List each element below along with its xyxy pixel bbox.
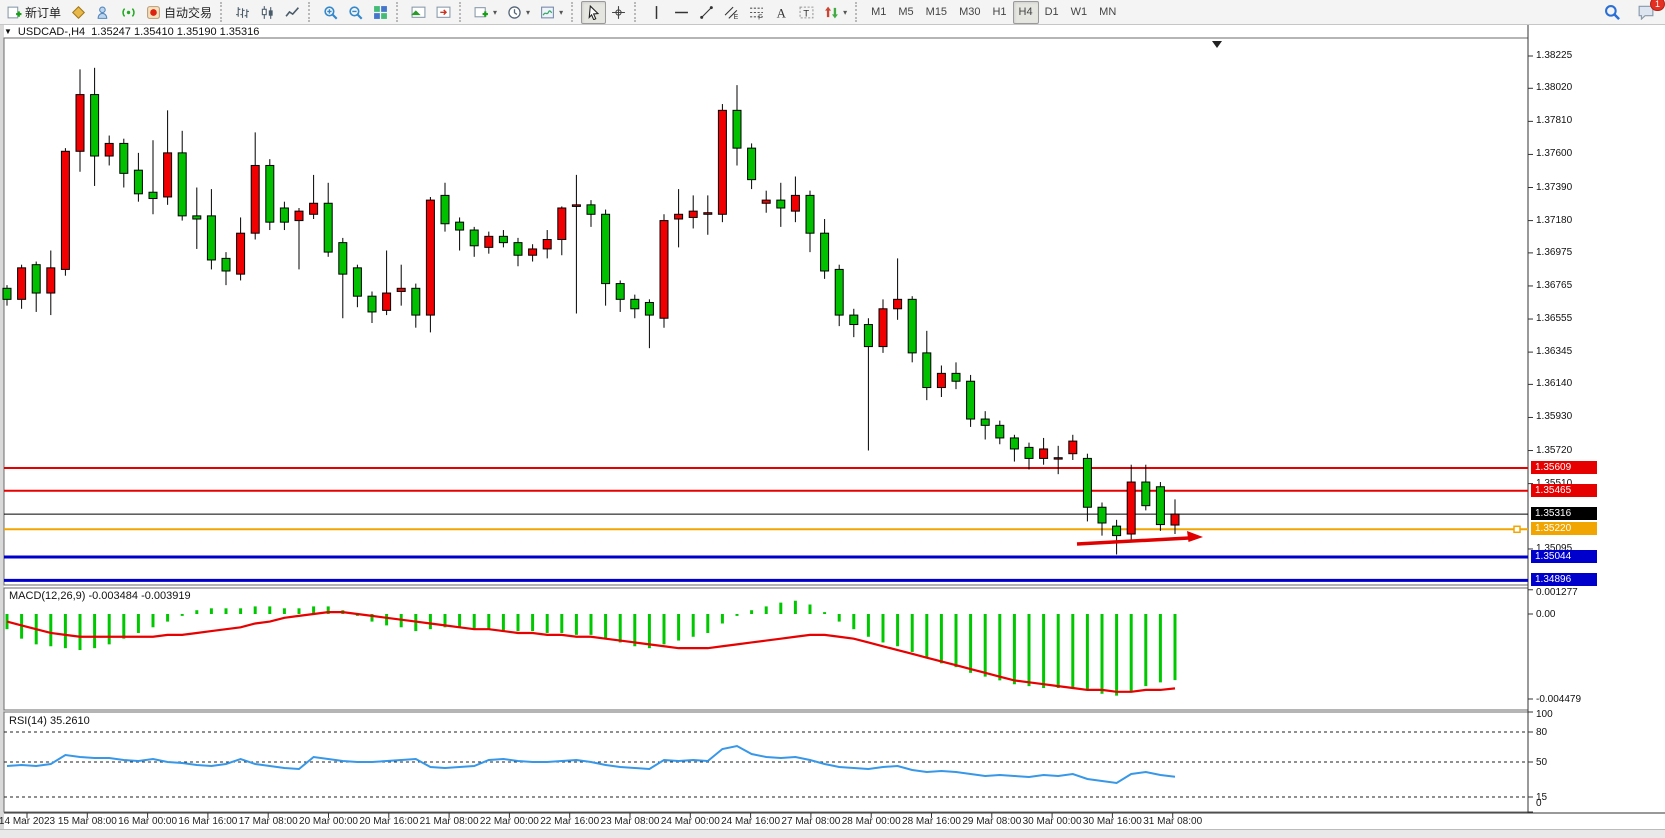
- rsi-line: [7, 746, 1175, 783]
- price-axis-tick: 1.37180: [1536, 215, 1572, 226]
- chart-shift-marker[interactable]: [1212, 41, 1222, 48]
- status-strip: [0, 829, 1665, 838]
- arrow-head-icon: [1187, 531, 1203, 542]
- time-axis-label: 27 Mar 08:00: [781, 816, 840, 827]
- hline-handle[interactable]: [1514, 526, 1520, 532]
- rsi-axis-tick: 50: [1536, 757, 1547, 768]
- orange-line-label: 1.35220: [1531, 522, 1597, 535]
- trend-arrow-annotation[interactable]: [1077, 531, 1203, 544]
- rsi-axis-tick: 0: [1536, 798, 1542, 809]
- macd-axis-tick: 0.001277: [1536, 587, 1578, 598]
- time-axis-label: 24 Mar 16:00: [721, 816, 780, 827]
- bid-price-label: 1.35316: [1531, 507, 1597, 520]
- price-axis-tick: 1.36765: [1536, 280, 1572, 291]
- time-axis-label: 22 Mar 00:00: [480, 816, 539, 827]
- rsi-axis-tick: 80: [1536, 727, 1547, 738]
- price-axis-tick: 1.36345: [1536, 346, 1572, 357]
- price-axis-tick: 1.35930: [1536, 411, 1572, 422]
- time-axis-label: 30 Mar 16:00: [1083, 816, 1142, 827]
- price-axis-tick: 1.38225: [1536, 50, 1572, 61]
- price-axis-tick: 1.36140: [1536, 378, 1572, 389]
- rsi-indicator-label: RSI(14) 35.2610: [9, 715, 90, 727]
- support-line-label: 1.34896: [1531, 573, 1597, 586]
- resistance-line-label: 1.35465: [1531, 484, 1597, 497]
- time-axis-label: 16 Mar 16:00: [178, 816, 237, 827]
- rsi-axis-tick: 100: [1536, 709, 1553, 720]
- resistance-line-label: 1.35609: [1531, 461, 1597, 474]
- macd-indicator: [7, 601, 1175, 696]
- price-axis-tick: 1.36975: [1536, 247, 1572, 258]
- rsi-indicator: [4, 732, 1528, 797]
- time-axis-label: 20 Mar 16:00: [359, 816, 418, 827]
- macd-indicator-label: MACD(12,26,9) -0.003484 -0.003919: [9, 590, 191, 602]
- mt4-window: 新订单自动交易▾▾▾EFAT▾M1M5M15M30H1H4D1W1MN1 ▼ U…: [0, 0, 1665, 838]
- price-axis-tick: 1.37600: [1536, 148, 1572, 159]
- time-axis-label: 30 Mar 00:00: [1023, 816, 1082, 827]
- time-axis-label: 22 Mar 16:00: [540, 816, 599, 827]
- time-axis-label: 29 Mar 08:00: [962, 816, 1021, 827]
- time-axis-label: 24 Mar 00:00: [661, 816, 720, 827]
- price-axis-tick: 1.37810: [1536, 115, 1572, 126]
- time-axis-label: 17 Mar 08:00: [239, 816, 298, 827]
- time-axis-label: 16 Mar 00:00: [118, 816, 177, 827]
- time-axis-label: 28 Mar 16:00: [902, 816, 961, 827]
- price-pane-border: [4, 38, 1528, 585]
- time-axis-label: 23 Mar 08:00: [601, 816, 660, 827]
- price-axis-tick: 1.37390: [1536, 182, 1572, 193]
- support-line-label: 1.35044: [1531, 550, 1597, 563]
- price-axis-tick: 1.36555: [1536, 313, 1572, 324]
- price-axis-tick: 1.35720: [1536, 445, 1572, 456]
- time-axis-label: 21 Mar 08:00: [420, 816, 479, 827]
- time-axis-label: 14 Mar 2023: [0, 816, 55, 827]
- macd-pane-border: [4, 588, 1528, 710]
- time-axis-label: 15 Mar 08:00: [58, 816, 117, 827]
- time-axis-label: 20 Mar 00:00: [299, 816, 358, 827]
- chart-canvas[interactable]: [0, 0, 1665, 838]
- candlestick-series: [3, 68, 1179, 555]
- time-axis-label: 31 Mar 08:00: [1143, 816, 1202, 827]
- macd-axis-tick: 0.00: [1536, 609, 1555, 620]
- price-axis-tick: 1.38020: [1536, 82, 1572, 93]
- macd-axis-tick: -0.004479: [1536, 694, 1581, 705]
- time-axis-label: 28 Mar 00:00: [842, 816, 901, 827]
- horizontal-lines[interactable]: [4, 468, 1528, 580]
